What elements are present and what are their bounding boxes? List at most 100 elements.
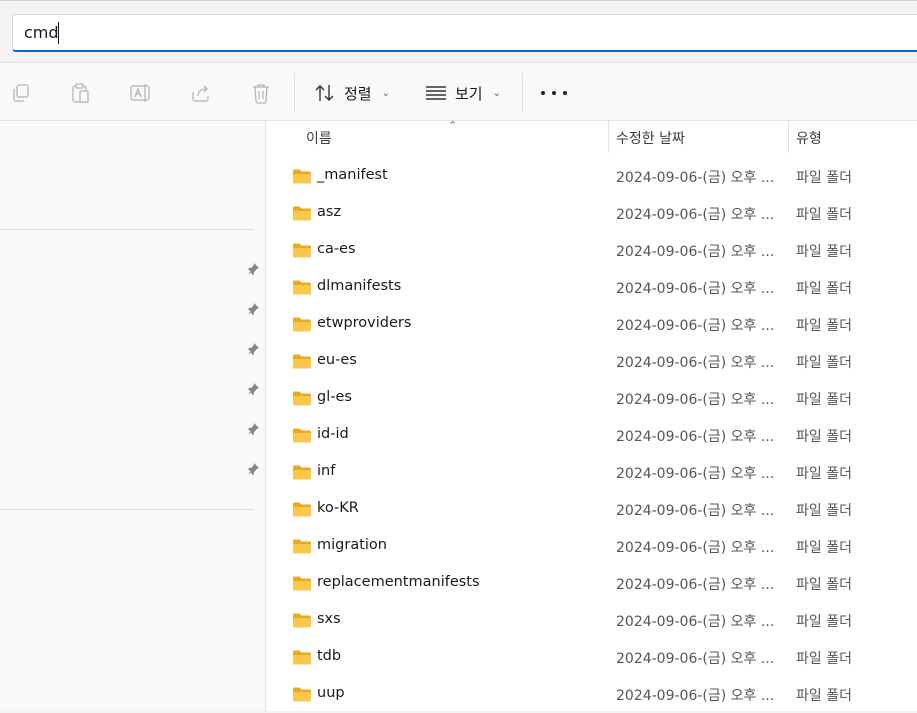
file-row[interactable]: inf 2024-09-06-(금) 오후 ... 파일 폴더 xyxy=(266,454,917,491)
file-name: sxs xyxy=(317,611,341,627)
toolbar-separator xyxy=(522,73,523,113)
pin-icon[interactable] xyxy=(246,301,262,317)
sort-label: 정렬 xyxy=(344,84,372,103)
file-row[interactable]: etwproviders 2024-09-06-(금) 오후 ... 파일 폴더 xyxy=(266,306,917,343)
dot xyxy=(563,91,567,95)
file-name: dlmanifests xyxy=(317,278,402,294)
file-row[interactable]: _manifest 2024-09-06-(금) 오후 ... 파일 폴더 xyxy=(266,158,917,195)
file-date: 2024-09-06-(금) 오후 ... xyxy=(616,318,775,334)
folder-icon xyxy=(292,464,312,480)
pin-icon[interactable] xyxy=(246,461,262,477)
file-name: id-id xyxy=(317,426,349,442)
folder-icon xyxy=(292,427,312,443)
folder-icon xyxy=(292,538,312,554)
file-type: 파일 폴더 xyxy=(796,651,852,667)
navigation-pane xyxy=(0,121,266,711)
address-bar-area xyxy=(0,0,917,62)
file-type: 파일 폴더 xyxy=(796,318,852,334)
sort-button[interactable]: 정렬 ⌄ xyxy=(314,77,390,109)
pin-icon[interactable] xyxy=(246,341,262,357)
file-row[interactable]: uup 2024-09-06-(금) 오후 ... 파일 폴더 xyxy=(266,676,917,713)
view-button[interactable]: 보기 ⌄ xyxy=(425,77,501,109)
column-separator[interactable] xyxy=(788,121,789,153)
file-type: 파일 폴더 xyxy=(796,281,852,297)
file-date: 2024-09-06-(금) 오후 ... xyxy=(616,281,775,297)
file-date: 2024-09-06-(금) 오후 ... xyxy=(616,614,775,630)
file-name: _manifest xyxy=(317,167,388,183)
file-date: 2024-09-06-(금) 오후 ... xyxy=(616,466,775,482)
file-type: 파일 폴더 xyxy=(796,170,852,186)
column-separator[interactable] xyxy=(608,121,609,153)
rename-icon[interactable] xyxy=(130,82,152,104)
file-row[interactable]: sxs 2024-09-06-(금) 오후 ... 파일 폴더 xyxy=(266,602,917,639)
chevron-down-icon: ⌄ xyxy=(381,87,390,99)
dot xyxy=(552,91,556,95)
file-date: 2024-09-06-(금) 오후 ... xyxy=(616,355,775,371)
file-row[interactable]: tdb 2024-09-06-(금) 오후 ... 파일 폴더 xyxy=(266,639,917,676)
file-type: 파일 폴더 xyxy=(796,540,852,556)
more-options-button[interactable] xyxy=(541,88,567,98)
folder-icon xyxy=(292,168,312,184)
file-row[interactable]: asz 2024-09-06-(금) 오후 ... 파일 폴더 xyxy=(266,195,917,232)
more-icon xyxy=(541,91,545,95)
chevron-down-icon: ⌄ xyxy=(492,87,501,99)
file-name: replacementmanifests xyxy=(317,574,480,590)
paste-icon[interactable] xyxy=(70,82,92,104)
file-name: gl-es xyxy=(317,389,352,405)
folder-icon xyxy=(292,501,312,517)
folder-icon xyxy=(292,686,312,702)
view-icon xyxy=(426,86,446,100)
file-date: 2024-09-06-(금) 오후 ... xyxy=(616,540,775,556)
nav-divider xyxy=(0,229,254,230)
file-name: migration xyxy=(317,537,387,553)
file-name: tdb xyxy=(317,648,342,664)
file-name: ko-KR xyxy=(317,500,359,516)
file-row[interactable]: gl-es 2024-09-06-(금) 오후 ... 파일 폴더 xyxy=(266,380,917,417)
file-date: 2024-09-06-(금) 오후 ... xyxy=(616,651,775,667)
delete-icon[interactable] xyxy=(250,82,272,104)
sort-ascending-icon: ⌃ xyxy=(448,119,458,132)
file-row[interactable]: dlmanifests 2024-09-06-(금) 오후 ... 파일 폴더 xyxy=(266,269,917,306)
pin-icon[interactable] xyxy=(246,381,262,397)
pin-icon[interactable] xyxy=(246,421,262,437)
file-row[interactable]: eu-es 2024-09-06-(금) 오후 ... 파일 폴더 xyxy=(266,343,917,380)
file-date: 2024-09-06-(금) 오후 ... xyxy=(616,207,775,223)
file-row[interactable]: replacementmanifests 2024-09-06-(금) 오후 ..… xyxy=(266,565,917,602)
address-search-input[interactable] xyxy=(12,14,917,52)
file-row[interactable]: migration 2024-09-06-(금) 오후 ... 파일 폴더 xyxy=(266,528,917,565)
view-label: 보기 xyxy=(455,84,483,103)
copy-icon[interactable] xyxy=(10,82,32,104)
file-date: 2024-09-06-(금) 오후 ... xyxy=(616,244,775,260)
file-row[interactable]: id-id 2024-09-06-(금) 오후 ... 파일 폴더 xyxy=(266,417,917,454)
sort-icon xyxy=(315,85,334,101)
column-header-row: ⌃ 이름 수정한 날짜 유형 xyxy=(266,119,917,153)
folder-icon xyxy=(292,316,312,332)
share-icon[interactable] xyxy=(190,82,212,104)
toolbar-separator xyxy=(294,73,295,113)
column-header-type[interactable]: 유형 xyxy=(796,128,822,148)
folder-icon xyxy=(292,612,312,628)
file-type: 파일 폴더 xyxy=(796,392,852,408)
file-name: inf xyxy=(317,463,336,479)
file-date: 2024-09-06-(금) 오후 ... xyxy=(616,688,775,704)
file-type: 파일 폴더 xyxy=(796,577,852,593)
column-header-date[interactable]: 수정한 날짜 xyxy=(616,128,685,148)
file-date: 2024-09-06-(금) 오후 ... xyxy=(616,392,775,408)
file-type: 파일 폴더 xyxy=(796,503,852,519)
file-type: 파일 폴더 xyxy=(796,355,852,371)
file-row[interactable]: ca-es 2024-09-06-(금) 오후 ... 파일 폴더 xyxy=(266,232,917,269)
folder-icon xyxy=(292,279,312,295)
column-header-name[interactable]: 이름 xyxy=(306,128,332,148)
file-type: 파일 폴더 xyxy=(796,614,852,630)
file-name: uup xyxy=(317,685,345,701)
text-caret xyxy=(58,22,59,44)
file-type: 파일 폴더 xyxy=(796,244,852,260)
file-date: 2024-09-06-(금) 오후 ... xyxy=(616,429,775,445)
file-date: 2024-09-06-(금) 오후 ... xyxy=(616,503,775,519)
file-name: eu-es xyxy=(317,352,357,368)
file-row[interactable]: ko-KR 2024-09-06-(금) 오후 ... 파일 폴더 xyxy=(266,491,917,528)
pin-icon[interactable] xyxy=(246,261,262,277)
file-type: 파일 폴더 xyxy=(796,207,852,223)
file-date: 2024-09-06-(금) 오후 ... xyxy=(616,170,775,186)
file-type: 파일 폴더 xyxy=(796,466,852,482)
